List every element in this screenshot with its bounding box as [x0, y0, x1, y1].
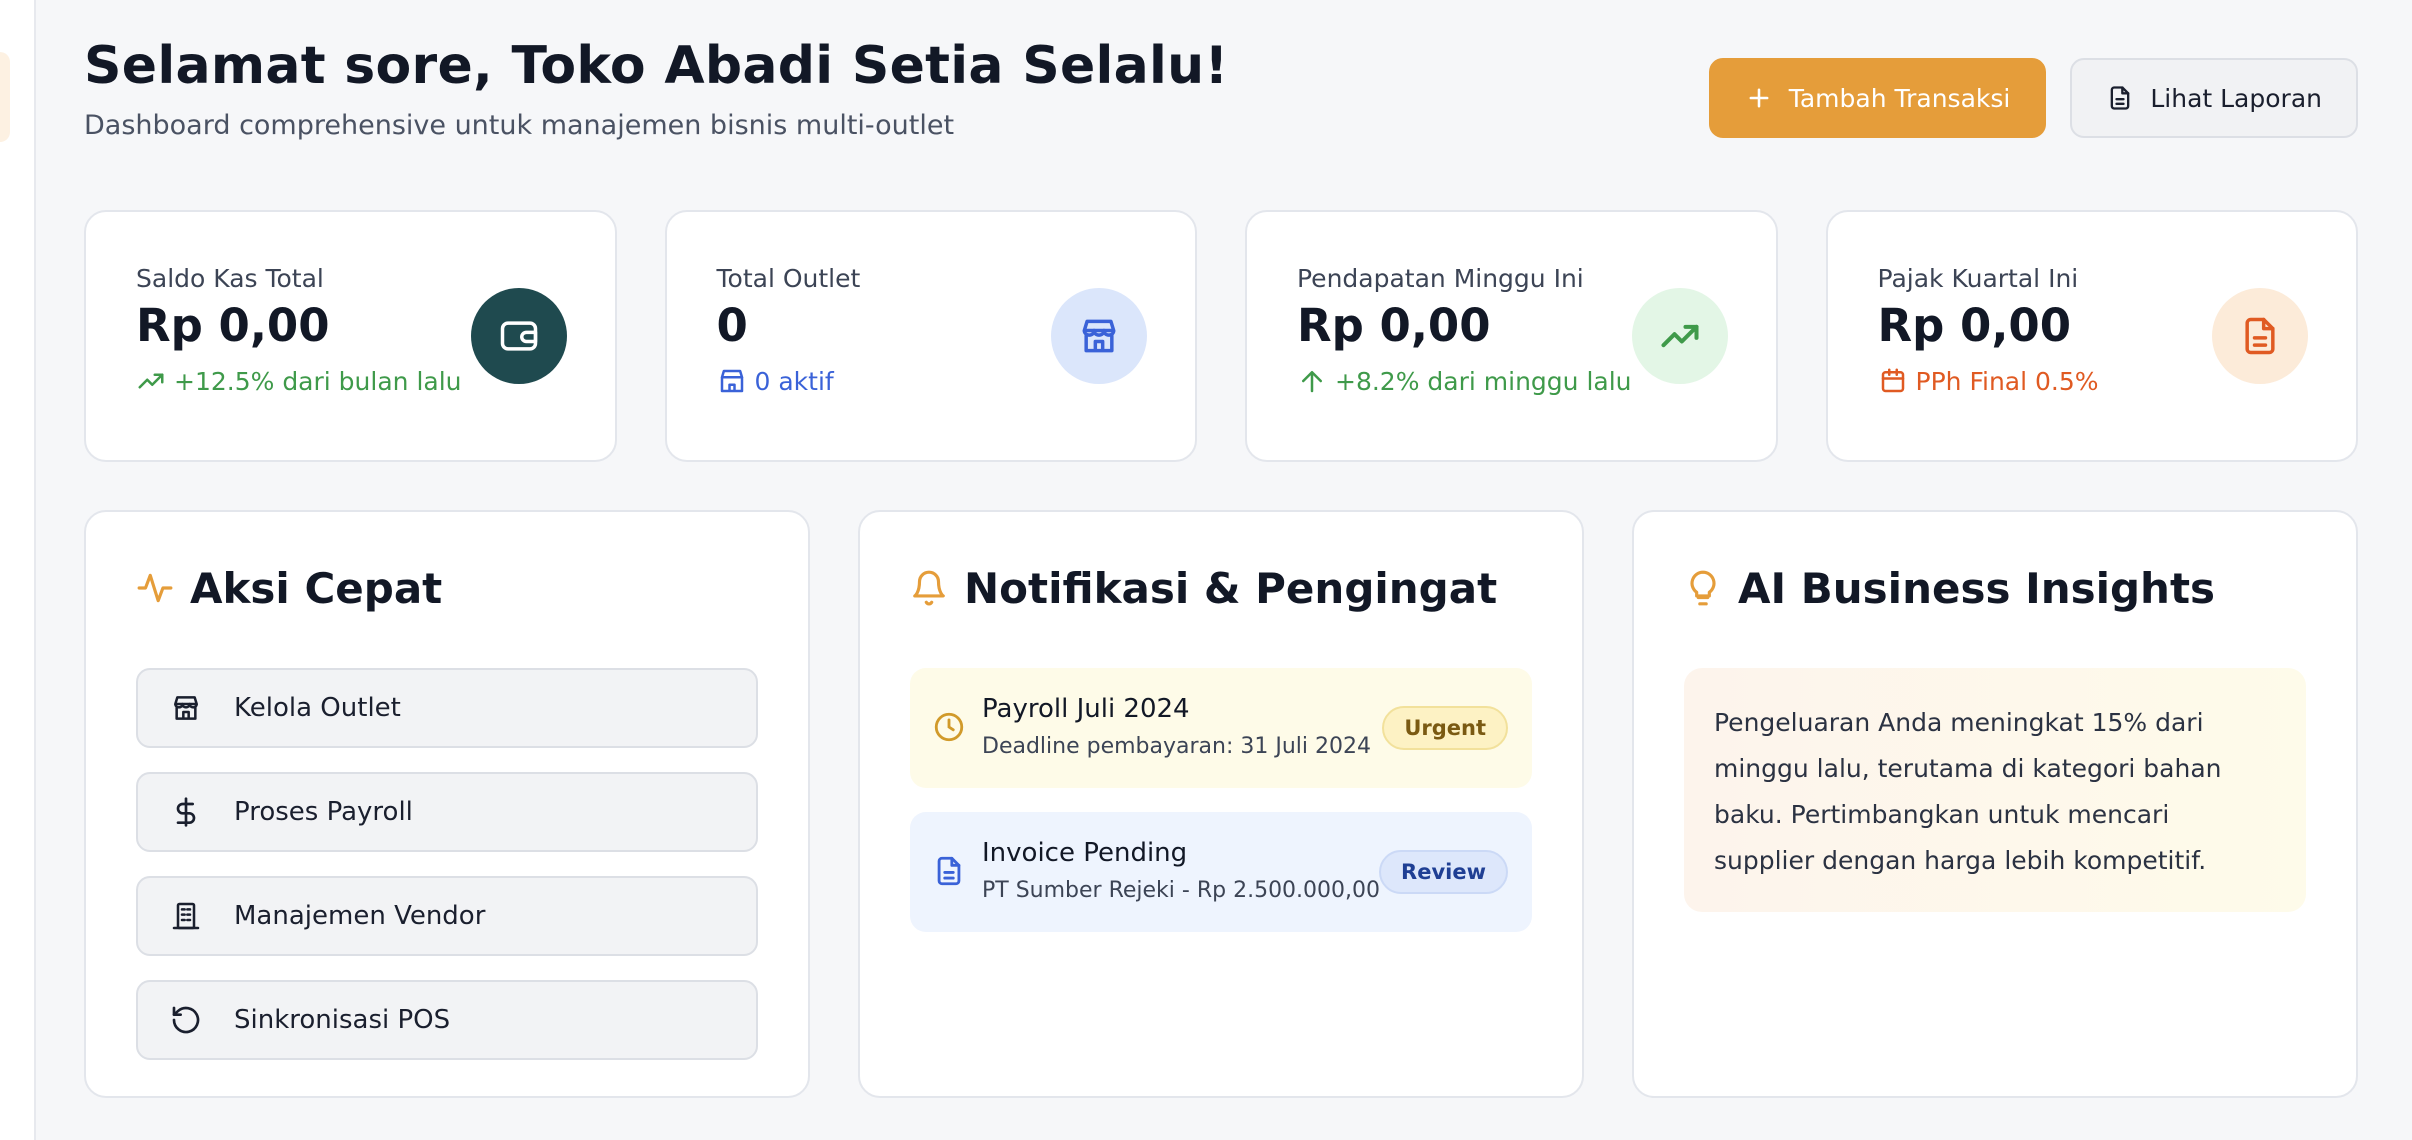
add-transaction-label: Tambah Transaksi: [1788, 83, 2011, 113]
panel-header: AI Business Insights: [1684, 558, 2306, 618]
manage-outlet-button[interactable]: Kelola Outlet: [136, 668, 758, 748]
panel-title: Aksi Cepat: [190, 563, 443, 613]
clock-icon: [934, 712, 964, 742]
quick-action-label: Manajemen Vendor: [234, 901, 486, 931]
add-transaction-button[interactable]: Tambah Transaksi: [1708, 58, 2047, 138]
sidebar-active-tab[interactable]: [0, 52, 10, 142]
store-icon: [174, 696, 198, 720]
dashboard-page: Selamat sore, Toko Abadi Setia Selalu! D…: [84, 0, 2358, 1140]
view-report-button[interactable]: Lihat Laporan: [2070, 58, 2358, 138]
bell-icon: [913, 570, 945, 606]
view-report-label: Lihat Laporan: [2150, 83, 2322, 113]
document-icon: [2111, 86, 2130, 110]
wallet-icon: [470, 288, 567, 384]
quick-action-label: Proses Payroll: [234, 797, 413, 827]
panels-row: Aksi Cepat Kelola Outlet Proses Payroll …: [84, 510, 2358, 1098]
quick-actions-panel: Aksi Cepat Kelola Outlet Proses Payroll …: [84, 510, 810, 1098]
stat-label: Total Outlet: [716, 264, 861, 293]
notification-item[interactable]: Invoice Pending PT Sumber Rejeki - Rp 2.…: [910, 812, 1532, 932]
vendor-management-button[interactable]: Manajemen Vendor: [136, 876, 758, 956]
notifications-panel: Notifikasi & Pengingat Payroll Juli 2024…: [858, 510, 1584, 1098]
stat-change-text: +12.5% dari bulan lalu: [174, 366, 462, 396]
plus-icon: [1749, 88, 1769, 108]
sync-pos-button[interactable]: Sinkronisasi POS: [136, 980, 758, 1060]
lightbulb-icon: [1690, 570, 1716, 606]
store-icon: [720, 369, 743, 393]
status-badge: Urgent: [1382, 706, 1508, 750]
activity-icon: [137, 573, 173, 603]
calendar-icon: [1881, 368, 1904, 393]
store-icon: [1051, 288, 1147, 384]
stat-tax-text: PPh Final 0.5%: [1915, 366, 2099, 396]
stat-label: Pajak Kuartal Ini: [1877, 264, 2079, 293]
insight-text: Pengeluaran Anda meningkat 15% dari ming…: [1684, 668, 2306, 912]
notification-item[interactable]: Payroll Juli 2024 Deadline pembayaran: 3…: [910, 668, 1532, 788]
trending-up-icon: [1631, 288, 1728, 384]
header-actions: Tambah Transaksi Lihat Laporan: [1708, 58, 2358, 138]
stat-card-total-outlet: Total Outlet 0 0 aktif: [664, 210, 1197, 462]
sidebar-edge: [0, 0, 36, 1140]
panel-title: Notifikasi & Pengingat: [964, 563, 1498, 613]
stat-label: Pendapatan Minggu Ini: [1297, 264, 1584, 293]
stat-cards: Saldo Kas Total Rp 0,00 +12.5% dari bula…: [84, 210, 2358, 462]
ai-insights-panel: AI Business Insights Pengeluaran Anda me…: [1632, 510, 2358, 1098]
refresh-icon: [172, 1006, 200, 1034]
dollar-icon: [176, 797, 196, 827]
quick-actions-list: Kelola Outlet Proses Payroll Manajemen V…: [136, 668, 758, 1060]
quick-action-label: Sinkronisasi POS: [234, 1005, 451, 1035]
panel-title: AI Business Insights: [1738, 563, 2216, 613]
stat-active-text: 0 aktif: [754, 366, 834, 396]
stat-label: Saldo Kas Total: [136, 264, 324, 293]
document-icon: [2212, 288, 2308, 384]
process-payroll-button[interactable]: Proses Payroll: [136, 772, 758, 852]
stat-change-text: +8.2% dari minggu lalu: [1335, 366, 1632, 396]
stat-card-weekly-revenue: Pendapatan Minggu Ini Rp 0,00 +8.2% dari…: [1245, 210, 1778, 462]
panel-header: Notifikasi & Pengingat: [910, 558, 1532, 618]
building-icon: [172, 902, 200, 930]
notifications-list: Payroll Juli 2024 Deadline pembayaran: 3…: [910, 668, 1532, 932]
panel-header: Aksi Cepat: [136, 558, 758, 618]
page-header: Selamat sore, Toko Abadi Setia Selalu! D…: [84, 30, 2358, 160]
quick-action-label: Kelola Outlet: [234, 693, 401, 723]
stat-card-cash-balance: Saldo Kas Total Rp 0,00 +12.5% dari bula…: [84, 210, 617, 462]
status-badge: Review: [1379, 850, 1508, 894]
document-icon: [937, 856, 961, 886]
trending-up-icon: [138, 373, 164, 389]
stat-card-quarterly-tax: Pajak Kuartal Ini Rp 0,00 PPh Final 0.5%: [1825, 210, 2358, 462]
arrow-up-icon: [1302, 371, 1322, 393]
